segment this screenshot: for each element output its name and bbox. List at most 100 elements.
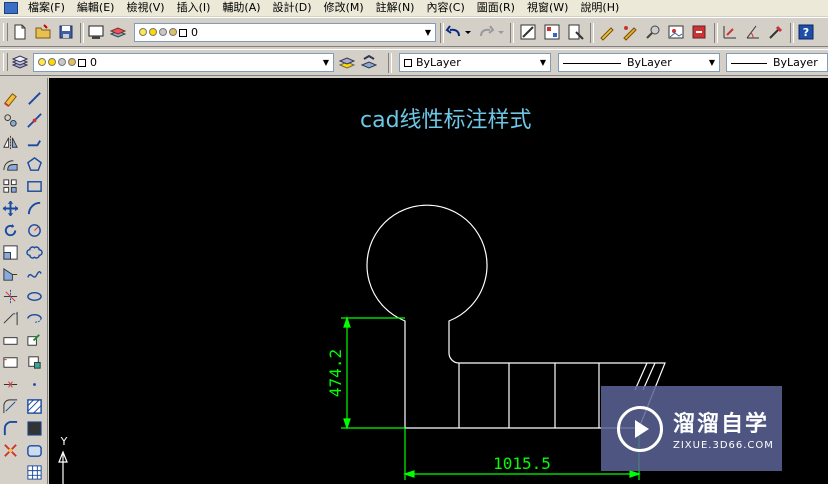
open-folder-icon[interactable] [33,22,53,42]
offset-icon[interactable] [0,154,20,174]
mirror-icon[interactable] [0,132,20,152]
point-icon[interactable] [24,374,44,394]
layer-dropdown[interactable]: 0 ▼ [33,53,334,72]
help-icon[interactable]: ? [796,22,816,42]
chevron-down-icon[interactable]: ▼ [319,54,333,71]
menu-design[interactable]: 設計(D) [267,0,318,16]
menu-file[interactable]: 檔案(F) [22,0,71,16]
menu-content[interactable]: 內容(C) [420,0,470,16]
scale-icon[interactable] [0,242,20,262]
make-current-layer-icon[interactable] [337,52,357,72]
chevron-down-icon[interactable]: ▼ [705,54,719,71]
join-icon[interactable] [0,374,20,394]
dim-horizontal-text[interactable]: 1015.5 [493,454,551,473]
color-combo-value: ByLayer [416,56,461,69]
menu-annotate[interactable]: 註解(N) [370,0,421,16]
watermark-url: ZIXUE.3D66.COM [673,440,774,451]
copy-icon[interactable] [0,110,20,130]
pencil-icon[interactable] [597,22,617,42]
erase-icon[interactable] [0,88,20,108]
move-icon[interactable] [0,198,20,218]
tool-palettes-icon[interactable] [566,22,586,42]
break-icon[interactable] [0,330,20,350]
measure-distance-icon[interactable] [720,22,740,42]
layer-states-icon[interactable] [108,22,128,42]
chevron-down-icon[interactable]: ▼ [536,54,550,71]
polygon-icon[interactable] [24,154,44,174]
layer-manager-icon[interactable] [86,22,106,42]
undo-dropdown-icon[interactable] [463,22,473,42]
linetype-dropdown[interactable]: ByLayer ▼ [558,53,720,72]
polyline-icon[interactable] [24,132,44,152]
toolbar-grip[interactable] [3,23,8,41]
layer-previous-icon[interactable] [359,52,379,72]
dim-horizontal-arrow-right [629,470,641,478]
color-swatch [404,59,412,67]
undo-icon[interactable] [444,22,464,42]
new-file-icon[interactable] [10,22,30,42]
menu-drawing[interactable]: 圖面(R) [471,0,521,16]
left-toolbars [0,78,48,484]
explode-icon[interactable] [0,440,20,460]
markup-icon[interactable] [620,22,640,42]
hatch-icon[interactable] [24,396,44,416]
properties-icon[interactable] [518,22,538,42]
menu-window[interactable]: 視窗(W) [521,0,574,16]
rectangle-icon[interactable] [24,176,44,196]
image-icon[interactable] [666,22,686,42]
wrench-icon[interactable] [643,22,663,42]
ellipse-icon[interactable] [24,286,44,306]
layer-dropdown-main[interactable]: 0 ▼ [134,23,436,42]
region-icon[interactable] [24,440,44,460]
dim-vertical-text[interactable]: 474.2 [326,349,345,397]
lineweight-dropdown[interactable]: ByLayer [726,53,828,72]
fillet-icon[interactable] [0,396,20,416]
match-properties-icon[interactable] [766,22,786,42]
extend-icon[interactable] [0,308,20,328]
menu-edit[interactable]: 編輯(E) [71,0,121,16]
layer-stack-icon[interactable] [10,52,30,72]
line-icon[interactable] [24,88,44,108]
app-icon[interactable] [4,2,18,14]
lock-icon [68,58,76,66]
viewport-freeze-icon [159,28,167,36]
chamfer-icon[interactable] [0,352,20,372]
svg-text:?: ? [803,26,809,39]
dim-vertical-arrow-top [343,316,351,328]
viewport-freeze-icon [58,58,66,66]
save-icon[interactable] [56,22,76,42]
redo-icon[interactable] [476,22,496,42]
fillet-arc-icon[interactable] [0,418,20,438]
toolbar-separator [388,53,392,73]
ellipse-arc-icon[interactable] [24,308,44,328]
menu-insert[interactable]: 插入(I) [171,0,217,16]
gradient-icon[interactable] [24,418,44,438]
menu-help[interactable]: 說明(H) [574,0,625,16]
publish-icon[interactable] [689,22,709,42]
measure-angle-icon[interactable] [743,22,763,42]
menu-modify[interactable]: 修改(M) [318,0,370,16]
linetype-preview [563,62,621,64]
insert-block-icon[interactable] [24,330,44,350]
trim-icon[interactable] [0,286,20,306]
toolbar-separator [714,23,718,43]
toolbar-separator [590,23,594,43]
revision-cloud-icon[interactable] [24,242,44,262]
circle-icon[interactable] [24,220,44,240]
menu-assist[interactable]: 輔助(A) [216,0,266,16]
construction-line-icon[interactable] [24,110,44,130]
arc-icon[interactable] [24,198,44,218]
rotate-icon[interactable] [0,220,20,240]
make-block-icon[interactable] [24,352,44,372]
design-center-icon[interactable] [542,22,562,42]
table-icon[interactable] [24,462,44,482]
chevron-down-icon[interactable]: ▼ [421,24,435,41]
redo-dropdown-icon[interactable] [496,22,506,42]
color-dropdown[interactable]: ByLayer ▼ [399,53,551,72]
menu-view[interactable]: 檢視(V) [120,0,170,16]
array-icon[interactable] [0,176,20,196]
toolbar-grip[interactable] [3,53,8,71]
spline-icon[interactable] [24,264,44,284]
stretch-icon[interactable] [0,264,20,284]
ucs-y-label: Y [60,435,68,448]
